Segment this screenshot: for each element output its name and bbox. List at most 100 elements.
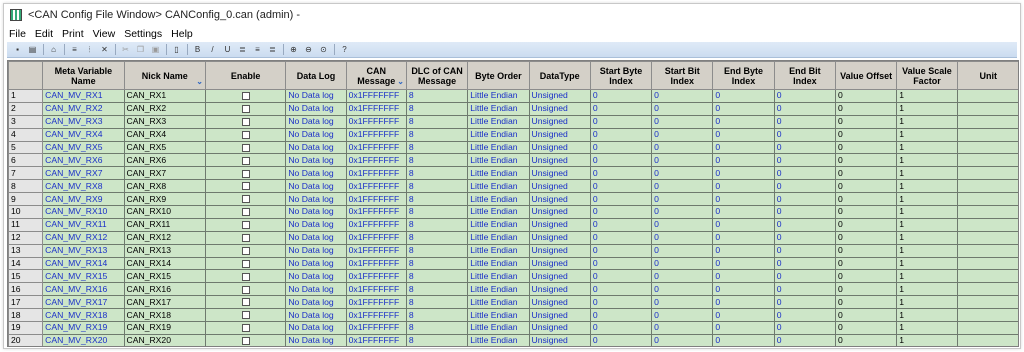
cell-endbit[interactable]: 0 xyxy=(773,269,837,284)
cell-offset[interactable]: 0 xyxy=(834,166,898,181)
cell-datalog[interactable]: No Data log xyxy=(285,192,347,207)
cell-scale[interactable]: 1 xyxy=(896,166,958,181)
cell-datalog[interactable]: No Data log xyxy=(285,230,347,245)
cell-nick[interactable]: CAN_RX8 xyxy=(123,179,206,194)
cell-scale[interactable]: 1 xyxy=(896,179,958,194)
cell-scale[interactable]: 1 xyxy=(896,243,958,258)
cell-meta[interactable]: CAN_MV_RX12 xyxy=(42,230,125,245)
cell-endbyte[interactable]: 0 xyxy=(712,217,775,232)
row-number[interactable]: 13 xyxy=(8,243,44,258)
row-number[interactable]: 1 xyxy=(8,89,44,103)
cell-byteorder[interactable]: Little Endian xyxy=(467,230,530,245)
cell-startbit[interactable]: 0 xyxy=(651,230,714,245)
enable-checkbox[interactable] xyxy=(241,169,250,178)
cell-datatype[interactable]: Unsigned xyxy=(528,101,591,116)
cell-endbyte[interactable]: 0 xyxy=(712,295,775,310)
cell-dlc[interactable]: 8 xyxy=(405,230,469,245)
cell-byteorder[interactable]: Little Endian xyxy=(467,295,530,310)
cell-nick[interactable]: CAN_RX1 xyxy=(123,89,206,103)
cell-meta[interactable]: CAN_MV_RX13 xyxy=(42,243,125,258)
enable-checkbox[interactable] xyxy=(241,285,250,294)
enable-checkbox[interactable] xyxy=(241,259,250,268)
cell-canmsg[interactable]: 0x1FFFFFFF xyxy=(345,295,407,310)
insert-row-icon[interactable]: ≡ xyxy=(69,44,80,55)
cell-nick[interactable]: CAN_RX17 xyxy=(123,295,206,310)
cell-scale[interactable]: 1 xyxy=(896,295,958,310)
insert-column-icon[interactable]: ⦙ xyxy=(84,44,95,55)
enable-checkbox[interactable] xyxy=(241,246,250,255)
cell-byteorder[interactable]: Little Endian xyxy=(467,89,530,103)
menu-settings[interactable]: Settings xyxy=(124,28,162,40)
cell-unit[interactable] xyxy=(956,333,1018,346)
cell-dlc[interactable]: 8 xyxy=(405,153,469,168)
clipboard-icon[interactable]: ▯ xyxy=(171,44,182,55)
cell-startbit[interactable]: 0 xyxy=(651,282,714,297)
cell-nick[interactable]: CAN_RX11 xyxy=(123,217,206,232)
cell-dlc[interactable]: 8 xyxy=(405,333,469,346)
cell-nick[interactable]: CAN_RX7 xyxy=(123,166,206,181)
cell-nick[interactable]: CAN_RX19 xyxy=(123,321,206,335)
cell-canmsg[interactable]: 0x1FFFFFFF xyxy=(345,179,407,194)
cell-datatype[interactable]: Unsigned xyxy=(528,179,591,194)
cell-canmsg[interactable]: 0x1FFFFFFF xyxy=(345,321,407,335)
cell-endbyte[interactable]: 0 xyxy=(712,89,775,103)
cell-datalog[interactable]: No Data log xyxy=(285,217,347,232)
cell-meta[interactable]: CAN_MV_RX16 xyxy=(42,282,125,297)
column-header-nick[interactable]: Nick Name ⌄ xyxy=(123,61,206,90)
cell-nick[interactable]: CAN_RX10 xyxy=(123,205,206,219)
row-number[interactable]: 8 xyxy=(8,179,44,194)
row-number[interactable]: 3 xyxy=(8,114,44,129)
cell-meta[interactable]: CAN_MV_RX17 xyxy=(42,295,125,310)
cell-startbit[interactable]: 0 xyxy=(651,179,714,194)
cell-startbyte[interactable]: 0 xyxy=(589,282,653,297)
cell-unit[interactable] xyxy=(956,101,1018,116)
cell-nick[interactable]: CAN_RX18 xyxy=(123,308,206,323)
cell-unit[interactable] xyxy=(956,127,1018,142)
cell-endbyte[interactable]: 0 xyxy=(712,321,775,335)
cell-unit[interactable] xyxy=(956,308,1018,323)
zoom-in-icon[interactable]: ⊕ xyxy=(288,44,299,55)
cell-nick[interactable]: CAN_RX13 xyxy=(123,243,206,258)
cell-nick[interactable]: CAN_RX2 xyxy=(123,101,206,116)
cell-startbit[interactable]: 0 xyxy=(651,89,714,103)
cell-nick[interactable]: CAN_RX15 xyxy=(123,269,206,284)
row-number[interactable]: 18 xyxy=(8,308,44,323)
cell-unit[interactable] xyxy=(956,243,1018,258)
cell-datalog[interactable]: No Data log xyxy=(285,282,347,297)
cell-dlc[interactable]: 8 xyxy=(405,282,469,297)
cell-endbyte[interactable]: 0 xyxy=(712,282,775,297)
cell-startbit[interactable]: 0 xyxy=(651,127,714,142)
cell-datatype[interactable]: Unsigned xyxy=(528,230,591,245)
cell-offset[interactable]: 0 xyxy=(834,127,898,142)
cell-offset[interactable]: 0 xyxy=(834,114,898,129)
cell-datalog[interactable]: No Data log xyxy=(285,321,347,335)
row-number[interactable]: 5 xyxy=(8,140,44,155)
cell-endbit[interactable]: 0 xyxy=(773,192,837,207)
cell-offset[interactable]: 0 xyxy=(834,153,898,168)
cell-byteorder[interactable]: Little Endian xyxy=(467,269,530,284)
cell-offset[interactable]: 0 xyxy=(834,243,898,258)
cell-datatype[interactable]: Unsigned xyxy=(528,114,591,129)
cell-endbit[interactable]: 0 xyxy=(773,140,837,155)
cell-scale[interactable]: 1 xyxy=(896,308,958,323)
cell-nick[interactable]: CAN_RX3 xyxy=(123,114,206,129)
cell-datalog[interactable]: No Data log xyxy=(285,140,347,155)
cell-canmsg[interactable]: 0x1FFFFFFF xyxy=(345,230,407,245)
enable-checkbox[interactable] xyxy=(241,311,250,320)
cell-endbyte[interactable]: 0 xyxy=(712,179,775,194)
cell-canmsg[interactable]: 0x1FFFFFFF xyxy=(345,192,407,207)
cell-startbyte[interactable]: 0 xyxy=(589,166,653,181)
cell-meta[interactable]: CAN_MV_RX19 xyxy=(42,321,125,335)
cell-endbyte[interactable]: 0 xyxy=(712,333,775,346)
cell-endbit[interactable]: 0 xyxy=(773,321,837,335)
cell-endbyte[interactable]: 0 xyxy=(712,205,775,219)
home-icon[interactable]: ⌂ xyxy=(48,44,59,55)
cell-offset[interactable]: 0 xyxy=(834,269,898,284)
cell-endbit[interactable]: 0 xyxy=(773,127,837,142)
row-number[interactable]: 16 xyxy=(8,282,44,297)
cell-byteorder[interactable]: Little Endian xyxy=(467,179,530,194)
cell-meta[interactable]: CAN_MV_RX5 xyxy=(42,140,125,155)
cell-startbyte[interactable]: 0 xyxy=(589,114,653,129)
row-number[interactable]: 14 xyxy=(8,256,44,271)
cell-byteorder[interactable]: Little Endian xyxy=(467,308,530,323)
